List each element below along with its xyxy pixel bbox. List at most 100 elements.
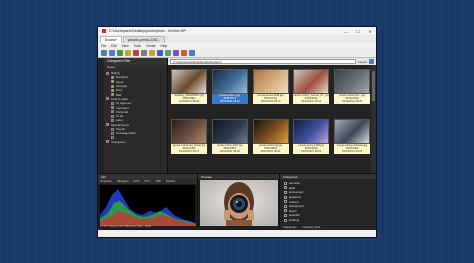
checkbox-icon[interactable] [284, 200, 287, 204]
categories-panel: Categories adorable adult anniversary appli… [280, 174, 376, 230]
up-icon[interactable] [117, 50, 123, 56]
maximize-button[interactable]: ☐ [352, 27, 364, 35]
menu-view[interactable]: View [122, 44, 129, 48]
thumbnail-image[interactable] [334, 119, 370, 144]
bottom-panels: Info Properties Histogram EXIF IPTC XMP … [98, 173, 376, 230]
checkbox-icon[interactable] [284, 209, 287, 213]
thumbnail-date: 19/10/2021 08:12 [211, 100, 248, 104]
checkbox-icon[interactable] [111, 110, 114, 114]
tab-exiftool[interactable]: ExifTool [166, 180, 175, 183]
checkbox-icon[interactable] [284, 181, 287, 185]
thumbnail-image[interactable] [334, 69, 370, 94]
thumbnail-image[interactable] [211, 119, 248, 144]
tab-histogram[interactable]: Histogram [117, 180, 129, 183]
thumbnail-item[interactable]: pexels-photo-kai.jpg 5760x3840 19/10/2021 … [252, 119, 289, 154]
thumbnail-item[interactable]: pexels-tobias-bjor...jpg 5472x3648 19/10/2… [334, 69, 370, 104]
menu-help[interactable]: Help [161, 44, 168, 48]
checkbox-icon[interactable] [106, 71, 109, 75]
thumbnail-image[interactable] [211, 69, 248, 94]
thumbnail-item[interactable]: pexels-photo-1647.jpg 4000x2667 19/10/2021… [211, 119, 248, 154]
preview-panel: Preview [198, 174, 280, 230]
back-icon[interactable] [101, 50, 107, 56]
checkbox-icon[interactable] [284, 190, 287, 194]
thumbnail-image[interactable] [252, 69, 289, 94]
minimize-button[interactable]: — [340, 27, 352, 35]
view-icon[interactable] [141, 50, 147, 56]
vertical-tabs[interactable] [98, 58, 104, 173]
categories-panel-title: Categories [280, 174, 376, 179]
thumbnail-item[interactable]: pexels-photo-2100.jpg 6000x4000 19/10/2021… [293, 119, 330, 154]
tab-exif[interactable]: EXIF [134, 180, 140, 183]
checkbox-icon[interactable] [106, 123, 109, 127]
checkbox-icon[interactable] [111, 93, 114, 97]
checkbox-icon[interactable] [111, 106, 114, 110]
menu-tools[interactable]: Tools [134, 44, 141, 48]
thumbnail-image[interactable] [293, 69, 330, 94]
thumbnail-item[interactable]: pexels-rodney_barnes_57...jpg 4000x6000 19… [293, 69, 330, 104]
convert-icon[interactable] [165, 50, 171, 56]
checkbox-icon[interactable] [284, 213, 287, 217]
share-icon[interactable] [181, 50, 187, 56]
checkbox-icon[interactable] [111, 127, 114, 131]
tab-categories[interactable]: Categories [283, 225, 297, 229]
checkbox-icon[interactable] [111, 80, 114, 84]
sort-dropdown[interactable]: Layout [358, 60, 367, 64]
category-filter-item[interactable]: Categories [106, 140, 165, 144]
thumbnail-item[interactable]: pexels-photo...jpg 3648x5472 19/10/2021 08… [211, 69, 248, 104]
checkbox-icon[interactable] [111, 131, 114, 135]
checkbox-icon[interactable] [284, 218, 287, 222]
checkbox-icon[interactable] [111, 84, 114, 88]
filter-reset[interactable]: Reset [104, 64, 167, 69]
path-input[interactable]: C:\Users\pano\Desktop\photo\photo\ [170, 59, 356, 64]
category-item[interactable]: bedding [284, 218, 374, 223]
tab-iptc[interactable]: IPTC [144, 180, 150, 183]
menu-edit[interactable]: Edit [111, 44, 117, 48]
checkbox-icon[interactable] [284, 204, 287, 208]
checkbox-icon[interactable] [284, 195, 287, 199]
category-filter-tree: Rating Excellent Good Average Poor Bad Colour … [106, 71, 165, 144]
slideshow-icon[interactable] [173, 50, 179, 56]
scrollbar-thumb[interactable] [372, 71, 375, 101]
thumbnail-image[interactable] [293, 119, 330, 144]
thumbnail-date: 19/10/2021 08:15 [334, 100, 370, 104]
checkbox-icon[interactable] [106, 97, 109, 101]
checkbox-icon[interactable] [111, 118, 114, 122]
thumbnail-item[interactable]: ToRating_B9HD0S8.1.jpg 6986x3983 19/10/202… [171, 69, 207, 104]
checkbox-icon[interactable] [106, 140, 109, 144]
thumbnail-image[interactable] [171, 69, 207, 94]
menu-create[interactable]: Create [146, 44, 156, 48]
thumbnail-image[interactable] [252, 119, 289, 144]
tab-image[interactable]: yasukko-pexba-2261... [122, 36, 165, 43]
thumbnail-image[interactable] [171, 119, 207, 144]
settings-icon[interactable] [189, 50, 195, 56]
tab-browser[interactable]: Browser [100, 36, 122, 43]
tab-xmp[interactable]: XMP [155, 180, 161, 183]
checkbox-icon[interactable] [111, 101, 114, 105]
close-button[interactable]: ✕ [364, 27, 376, 35]
checkbox-icon[interactable] [111, 136, 114, 140]
forward-icon[interactable] [109, 50, 115, 56]
tab-properties[interactable]: Properties [100, 180, 112, 183]
thumbnail-date: 19/10/2021 08:14 [293, 100, 330, 104]
checkbox-icon[interactable] [284, 186, 287, 190]
checkbox-icon[interactable] [111, 114, 114, 118]
thumbnail-browser: ToRating_B9HD0S8.1.jpg 6986x3983 19/10/202… [168, 65, 376, 173]
category-label: Autumn [289, 199, 299, 204]
thumbnail-item[interactable]: pexels-photo-2198.jpg 5616x3744 19/10/2021… [252, 69, 289, 104]
star-icon[interactable] [149, 50, 155, 56]
thumbnail-item[interactable]: pexels-mohamed_almari.jpg 5184x3456 19/10/… [171, 119, 207, 154]
category-label: anniversary [289, 190, 304, 195]
vertical-scrollbar[interactable] [371, 65, 376, 173]
checkbox-icon[interactable] [111, 88, 114, 92]
tab-strip: Browser yasukko-pexba-2261... [98, 35, 376, 43]
checkbox-icon[interactable] [111, 75, 114, 79]
layout-icon[interactable] [369, 59, 374, 64]
menu-file[interactable]: File [101, 44, 106, 48]
filter-icon[interactable] [157, 50, 163, 56]
folder-icon[interactable] [125, 50, 131, 56]
tab-category-sets[interactable]: Category Sets [303, 225, 321, 229]
thumbnail-item[interactable]: image-editing-software.jpg 1920x1080 19/10… [334, 119, 370, 154]
window-controls: — ☐ ✕ [340, 27, 376, 35]
category-filter-label: Categories [111, 139, 126, 144]
refresh-icon[interactable] [133, 50, 139, 56]
